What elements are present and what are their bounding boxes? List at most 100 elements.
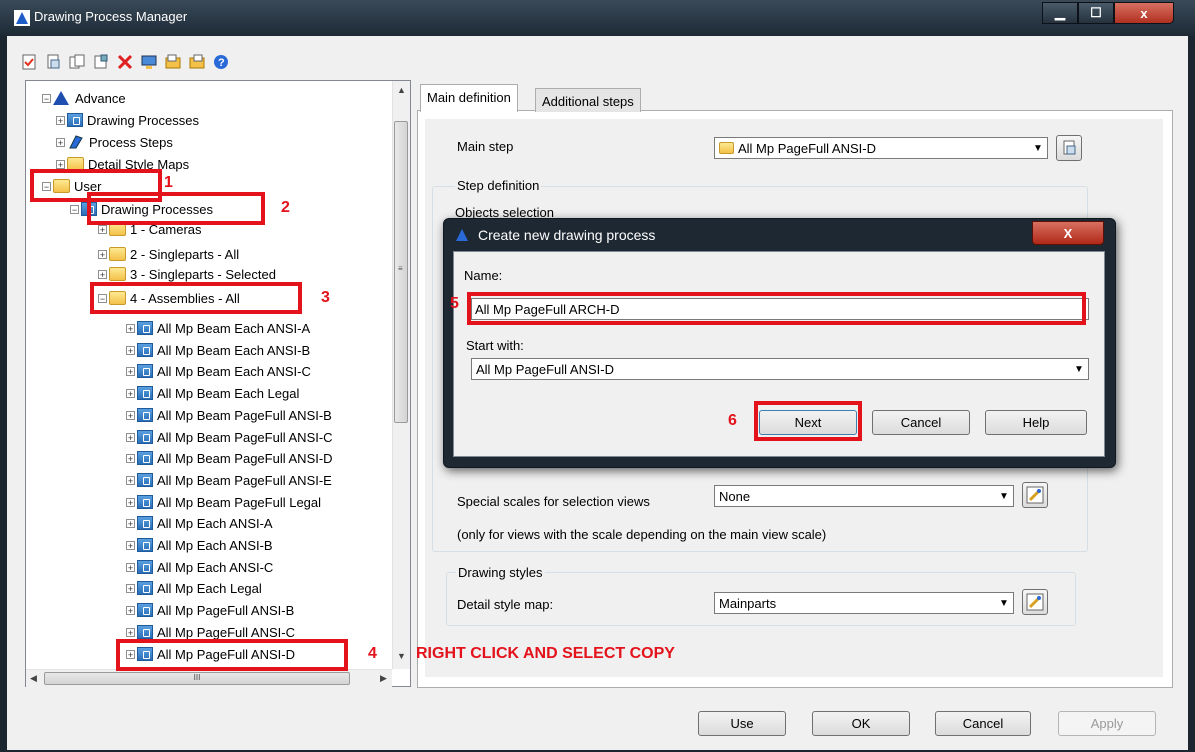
expand-icon[interactable]: + [98,269,107,279]
tree-process-item[interactable]: + All Mp Each ANSI-C [126,556,273,578]
expand-icon[interactable]: + [56,137,65,147]
detail-style-map-edit-button[interactable] [1022,589,1048,615]
expand-icon[interactable]: + [126,323,135,333]
expand-icon[interactable]: + [126,453,135,463]
expand-icon[interactable]: + [126,497,135,507]
maximize-button[interactable]: ☐ [1078,2,1114,24]
expand-icon[interactable]: + [126,366,135,376]
annotation-number-5: 5 [450,295,459,312]
copy-icon[interactable] [44,53,62,71]
detail-style-map-label: Detail style map: [457,597,554,612]
drawing-styles-label: Drawing styles [456,565,545,580]
export2-icon[interactable] [188,53,206,71]
ok-button[interactable]: OK [812,711,910,736]
start-with-combo[interactable]: All Mp PageFull ANSI-D ▼ [471,358,1089,380]
tree-process-item[interactable]: + All Mp Each Legal [126,577,262,599]
main-step-combo[interactable]: All Mp PageFull ANSI-D ▼ [714,137,1048,159]
annotation-number-6: 6 [728,412,737,429]
tab-additional-steps[interactable]: Additional steps [535,88,641,112]
expand-icon[interactable]: + [126,540,135,550]
collapse-icon[interactable]: − [42,93,51,103]
detail-style-map-combo[interactable]: Mainparts ▼ [714,592,1014,614]
process-icon [137,473,153,487]
cancel-button[interactable]: Cancel [935,711,1031,736]
dialog-cancel-button[interactable]: Cancel [872,410,970,435]
paste-icon[interactable] [68,53,86,71]
delete-icon[interactable] [116,53,134,71]
tree-process-item[interactable]: + All Mp PageFull ANSI-B [126,599,294,621]
import-icon[interactable] [140,53,158,71]
tree-vertical-scrollbar[interactable]: ▲ ≡ ▼ [392,81,410,669]
edit-step-button[interactable] [1056,135,1082,161]
expand-icon[interactable]: + [126,432,135,442]
collapse-icon[interactable]: − [70,204,79,214]
chevron-down-icon[interactable]: ▼ [996,487,1012,505]
scroll-up-icon[interactable]: ▲ [397,85,406,95]
apply-button[interactable]: Apply [1058,711,1156,736]
expand-icon[interactable]: + [126,410,135,420]
horizontal-scroll-thumb[interactable]: III [44,672,350,685]
tree-horizontal-scrollbar[interactable]: ◀ III ▶ [26,669,392,687]
expand-icon[interactable]: + [126,583,135,593]
expand-icon[interactable]: + [126,388,135,398]
settings-icon [1026,486,1044,504]
export-icon[interactable] [164,53,182,71]
process-icon [137,625,153,639]
scroll-left-icon[interactable]: ◀ [30,673,37,684]
annotation-box-name [467,292,1086,325]
tree-process-item[interactable]: + All Mp Each ANSI-A [126,512,273,534]
new-icon[interactable] [20,53,38,71]
folder-icon [719,142,734,154]
process-icon [137,364,153,378]
expand-icon[interactable]: + [56,159,65,169]
special-scales-edit-button[interactable] [1022,482,1048,508]
tree-process-item[interactable]: + All Mp Beam PageFull ANSI-E [126,469,332,491]
tree-node-advance[interactable]: − Advance [42,87,126,109]
expand-icon[interactable]: + [126,518,135,528]
special-scales-combo[interactable]: None ▼ [714,485,1014,507]
name-label: Name: [464,268,503,283]
tree-process-item[interactable]: + All Mp Beam PageFull Legal [126,491,321,513]
dialog-help-button[interactable]: Help [985,410,1087,435]
expand-icon[interactable]: + [56,115,65,125]
help-icon[interactable]: ? [212,53,230,71]
process-icon [137,408,153,422]
tree-node-process-steps[interactable]: + Process Steps [56,131,173,153]
tree-process-item[interactable]: + All Mp Beam PageFull ANSI-D [126,447,333,469]
start-with-label: Start with: [466,338,524,353]
expand-icon[interactable]: + [126,605,135,615]
folder-icon [109,247,126,261]
expand-icon[interactable]: + [98,224,107,234]
expand-icon[interactable]: + [126,345,135,355]
expand-icon[interactable]: + [98,249,107,259]
chevron-down-icon[interactable]: ▼ [996,594,1012,612]
expand-icon[interactable]: + [126,562,135,572]
tree-process-item[interactable]: + All Mp Beam Each Legal [126,382,299,404]
tree-process-item[interactable]: + All Mp Each ANSI-B [126,534,273,556]
vertical-scroll-thumb[interactable]: ≡ [394,121,408,423]
chevron-down-icon[interactable]: ▼ [1030,139,1046,157]
dialog-close-button[interactable]: X [1032,221,1104,245]
expand-icon[interactable]: + [126,627,135,637]
annotation-box-next [754,401,862,441]
close-button[interactable]: x [1114,2,1174,24]
tab-main-definition[interactable]: Main definition [420,84,518,112]
tree-process-item[interactable]: + All Mp Beam Each ANSI-A [126,317,310,339]
duplicate-icon[interactable] [92,53,110,71]
tree-process-item[interactable]: + All Mp Beam Each ANSI-C [126,360,311,382]
minimize-button[interactable]: ▁ [1042,2,1078,24]
tree-process-item[interactable]: + All Mp Beam Each ANSI-B [126,339,310,361]
expand-icon[interactable]: + [126,475,135,485]
tree-process-item[interactable]: + All Mp Beam PageFull ANSI-C [126,426,333,448]
tree-folder-singleparts-selected[interactable]: + 3 - Singleparts - Selected [98,265,276,283]
tree-node-drawing-processes[interactable]: + Drawing Processes [56,109,199,131]
title-bar: Drawing Process Manager ▁ ☐ x [0,0,1195,36]
scroll-right-icon[interactable]: ▶ [380,673,387,684]
scroll-down-icon[interactable]: ▼ [397,651,406,661]
use-button[interactable]: Use [698,711,786,736]
process-icon [137,495,153,509]
tree-process-item[interactable]: + All Mp Beam PageFull ANSI-B [126,404,332,426]
chevron-down-icon[interactable]: ▼ [1071,360,1087,378]
tree-folder-singleparts-all[interactable]: + 2 - Singleparts - All [98,243,239,265]
tree-process-item-label: All Mp Beam PageFull ANSI-E [157,472,332,488]
